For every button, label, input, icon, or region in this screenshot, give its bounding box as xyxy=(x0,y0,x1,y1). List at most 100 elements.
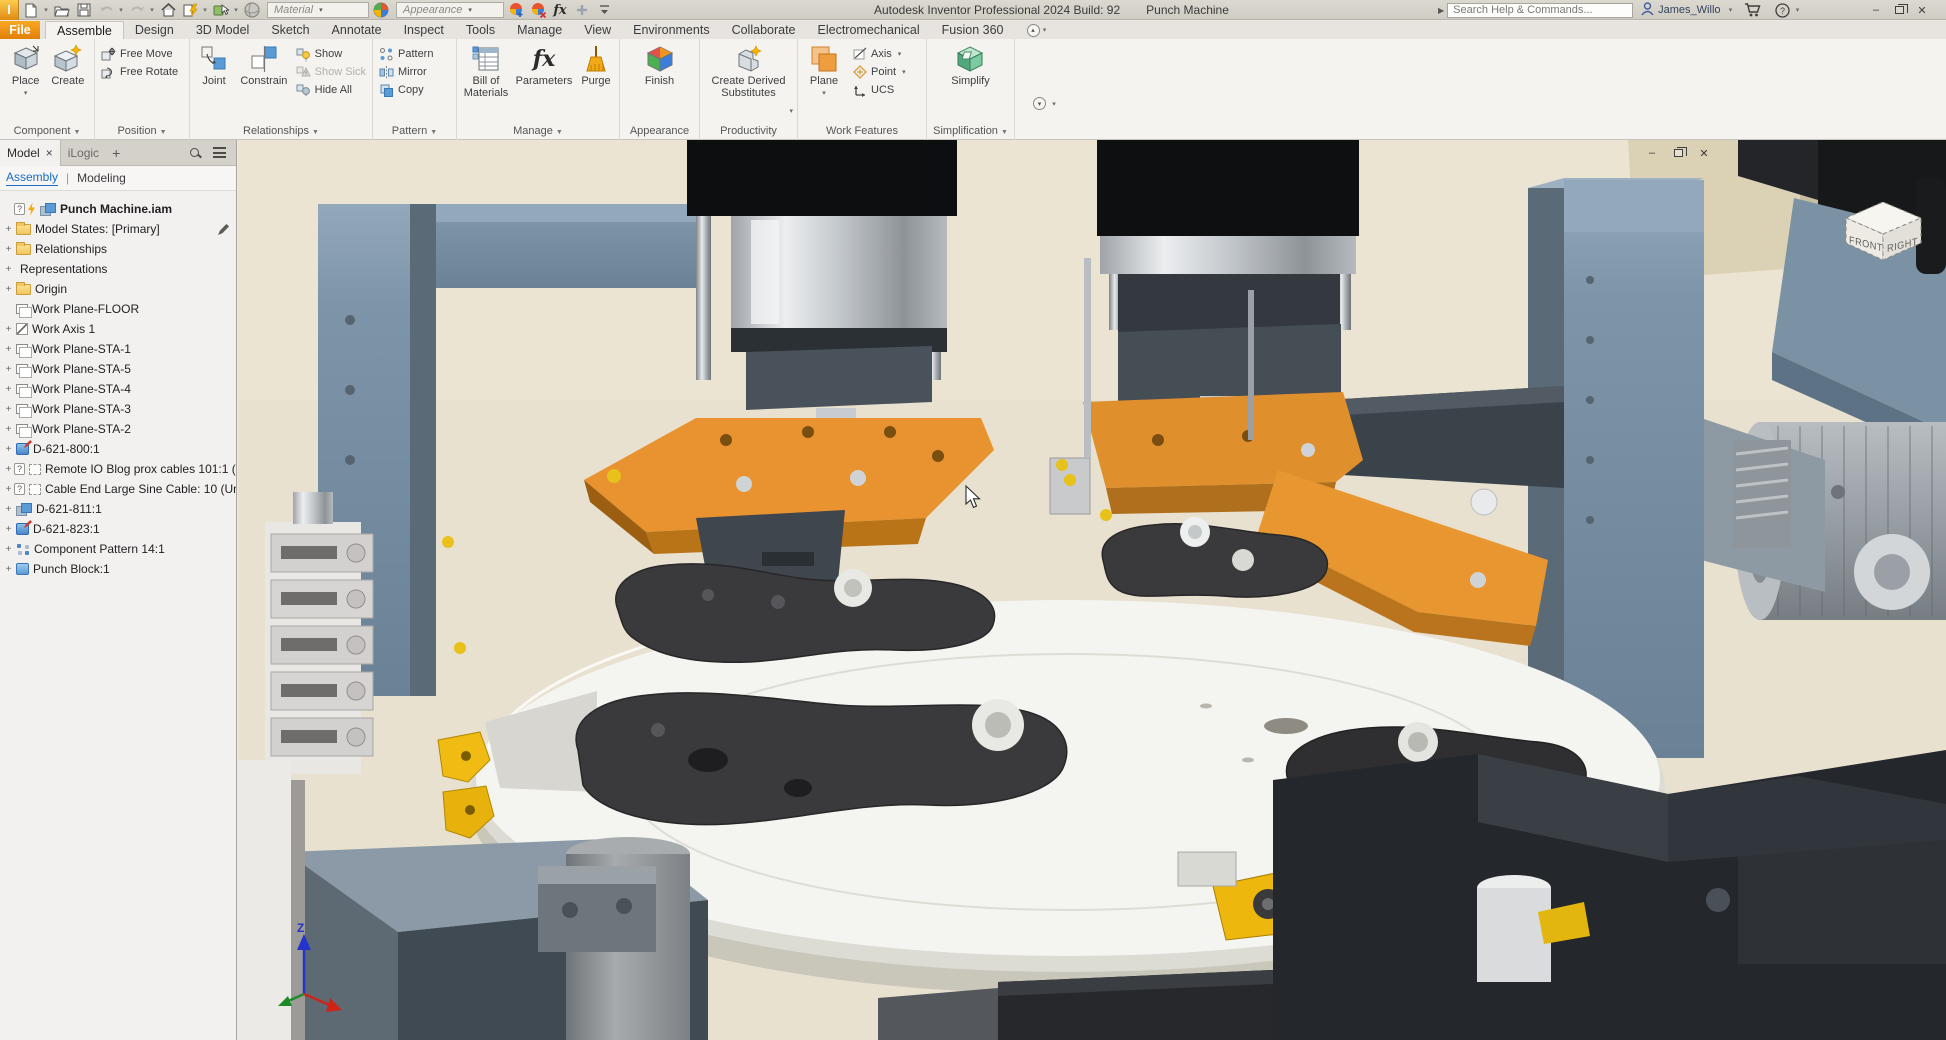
help-search-input[interactable]: Search Help & Commands... xyxy=(1447,3,1633,18)
tree-expander-icon[interactable]: + xyxy=(3,484,14,495)
point-dropdown[interactable]: ▾ xyxy=(902,68,906,76)
redo-dropdown[interactable]: ▾ xyxy=(148,6,156,14)
adjust-appearance-icon[interactable] xyxy=(506,1,526,19)
customize-toolbar-icon[interactable] xyxy=(594,1,614,19)
tree-item[interactable]: + D-621-811:1 xyxy=(0,499,236,519)
point-button[interactable]: Point ▾ xyxy=(848,63,910,81)
username[interactable]: James_Willo xyxy=(1658,4,1720,16)
new-file-icon[interactable] xyxy=(21,1,41,19)
ribbon-tab-sketch[interactable]: Sketch xyxy=(260,21,320,39)
minimize-button[interactable]: – xyxy=(1868,2,1884,18)
mirror-button[interactable]: Mirror xyxy=(375,63,437,81)
appearance-wheel-icon[interactable] xyxy=(371,1,391,19)
panel-label-position[interactable]: Position▼ xyxy=(95,124,189,140)
tree-item[interactable]: + Work Plane-STA-5 xyxy=(0,359,236,379)
open-icon[interactable] xyxy=(52,1,72,19)
finish-button[interactable]: Finish xyxy=(642,43,678,124)
browser-add-tab-button[interactable]: + xyxy=(112,145,120,161)
tree-item[interactable]: ? Punch Machine.iam xyxy=(0,199,236,219)
ribbon-tab-tools[interactable]: Tools xyxy=(455,21,506,39)
place-button[interactable]: Place ▾ xyxy=(8,43,44,124)
place-dropdown[interactable]: ▾ xyxy=(24,88,28,100)
tree-expander-icon[interactable]: + xyxy=(3,504,14,515)
copy-button[interactable]: Copy xyxy=(375,81,437,99)
panel-label-productivity[interactable]: Productivity xyxy=(700,124,797,140)
create-button[interactable]: Create xyxy=(49,43,86,124)
ribbon-tab-collaborate[interactable]: Collaborate xyxy=(721,21,807,39)
clear-appearance-icon[interactable] xyxy=(528,1,548,19)
free-rotate-button[interactable]: Free Rotate xyxy=(97,63,182,81)
ribbon-tab-environments[interactable]: Environments xyxy=(622,21,720,39)
store-cart-icon[interactable] xyxy=(1743,1,1763,19)
material-sphere-icon[interactable] xyxy=(242,1,262,19)
tree-item[interactable]: Work Plane-FLOOR xyxy=(0,299,236,319)
tree-item[interactable]: + Component Pattern 14:1 xyxy=(0,539,236,559)
select-tool-icon[interactable] xyxy=(211,1,231,19)
appearance-select[interactable]: Appearance ▾ xyxy=(396,2,504,18)
home-icon[interactable] xyxy=(158,1,178,19)
ribbon-collapse-control[interactable]: ▴ ▾ xyxy=(1027,21,1049,39)
ribbon-tab-assemble[interactable]: Assemble xyxy=(45,21,124,39)
ribbon-collapse-dropdown[interactable]: ▾ xyxy=(1041,26,1049,34)
subtab-modeling[interactable]: Modeling xyxy=(77,171,126,185)
axis-dropdown[interactable]: ▾ xyxy=(898,50,902,58)
ribbon-tab-view[interactable]: View xyxy=(573,21,622,39)
plane-button[interactable]: Plane ▾ xyxy=(800,43,848,124)
tree-expander-icon[interactable]: + xyxy=(3,244,14,255)
bom-button[interactable]: Bill of Materials xyxy=(460,43,512,124)
constrain-button[interactable]: Constrain xyxy=(236,43,292,124)
panel-label-component[interactable]: Component▼ xyxy=(0,124,94,140)
add-icon[interactable] xyxy=(572,1,592,19)
tree-expander-icon[interactable]: + xyxy=(3,564,14,575)
parameters-fx-icon[interactable]: fx xyxy=(550,1,570,19)
tree-expander-icon[interactable]: + xyxy=(3,364,14,375)
help-icon[interactable]: ? xyxy=(1773,1,1793,19)
plane-dropdown[interactable]: ▾ xyxy=(822,88,826,100)
redo-icon[interactable] xyxy=(127,1,147,19)
panel-label-appearance[interactable]: Appearance xyxy=(620,124,699,140)
tree-item[interactable]: + D-621-800:1 xyxy=(0,439,236,459)
panel-label-manage[interactable]: Manage▼ xyxy=(457,124,619,140)
tree-expander-icon[interactable]: + xyxy=(3,544,14,555)
tree-item[interactable]: + Work Plane-STA-2 xyxy=(0,419,236,439)
joint-button[interactable]: Joint xyxy=(192,43,236,124)
tree-item[interactable]: + Punch Block:1 xyxy=(0,559,236,579)
tree-expander-icon[interactable]: + xyxy=(3,284,14,295)
tree-expander-icon[interactable]: + xyxy=(3,524,14,535)
parameters-button[interactable]: fx Parameters xyxy=(513,43,575,124)
purge-button[interactable]: Purge xyxy=(576,43,616,124)
tree-expander-icon[interactable]: + xyxy=(3,384,14,395)
panel-label-simplification[interactable]: Simplification▼ xyxy=(927,124,1014,140)
tree-item[interactable]: + Work Plane-STA-3 xyxy=(0,399,236,419)
restore-button[interactable] xyxy=(1891,2,1907,18)
ribbon-tab-design[interactable]: Design xyxy=(124,21,185,39)
browser-menu-icon[interactable] xyxy=(213,147,226,158)
tree-item[interactable]: + Origin xyxy=(0,279,236,299)
ribbon-tab-annotate[interactable]: Annotate xyxy=(321,21,393,39)
show-sick-button[interactable]: Show Sick xyxy=(292,63,370,81)
tree-expander-icon[interactable]: + xyxy=(3,424,14,435)
tree-item[interactable]: + Work Plane-STA-1 xyxy=(0,339,236,359)
search-expand-icon[interactable]: ▶ xyxy=(1438,6,1444,15)
hide-all-button[interactable]: Hide All xyxy=(292,81,370,99)
pattern-button[interactable]: Pattern xyxy=(375,45,437,63)
create-derived-button[interactable]: Create Derived Substitutes ▾ xyxy=(704,43,794,124)
select-tool-dropdown[interactable]: ▾ xyxy=(232,6,240,14)
save-icon[interactable] xyxy=(74,1,94,19)
ribbon-overflow-control[interactable]: ▾ ▾ xyxy=(1033,97,1058,110)
inventor-logo[interactable]: I xyxy=(0,0,19,20)
ribbon-tab-3d-model[interactable]: 3D Model xyxy=(185,21,261,39)
tree-expander-icon[interactable]: + xyxy=(3,264,14,275)
browser-search-icon[interactable] xyxy=(189,147,201,159)
ribbon-tab-file[interactable]: File xyxy=(0,21,40,39)
tree-item[interactable]: + ? Cable End Large Sine Cable: 10 (Unre… xyxy=(0,479,236,499)
ribbon-collapse-icon[interactable]: ▴ xyxy=(1027,24,1040,37)
help-dropdown[interactable]: ▾ xyxy=(1794,6,1802,14)
axis-button[interactable]: Axis ▾ xyxy=(848,45,910,63)
doc-close-button[interactable]: ✕ xyxy=(1696,145,1712,161)
ribbon-tab-fusion-360[interactable]: Fusion 360 xyxy=(931,21,1015,39)
ribbon-overflow-dropdown[interactable]: ▾ xyxy=(1050,100,1058,108)
viewport-3d[interactable]: FRONT RIGHT Z – ✕ xyxy=(238,140,1946,1040)
simplify-button[interactable]: Simplify xyxy=(949,43,992,124)
tree-expander-icon[interactable]: + xyxy=(3,464,14,475)
